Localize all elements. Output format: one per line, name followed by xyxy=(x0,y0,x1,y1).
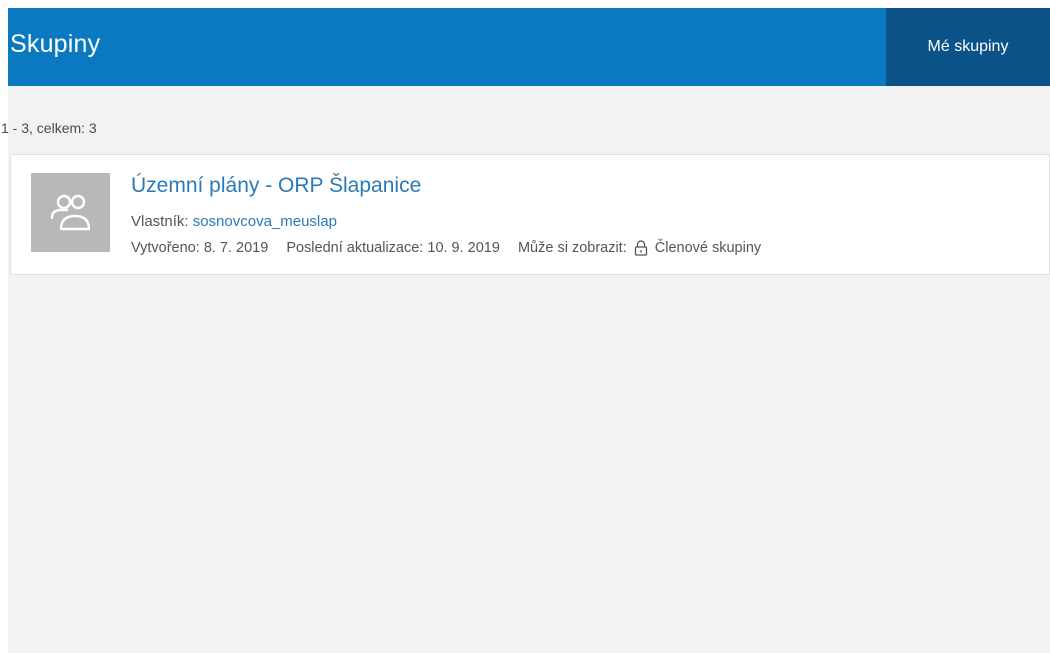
updated-date: 10. 9. 2019 xyxy=(427,240,500,256)
my-groups-tab[interactable]: Mé skupiny xyxy=(886,8,1050,86)
page-title: Skupiny xyxy=(10,30,101,58)
owner-link[interactable]: sosnovcova_meuslap xyxy=(193,213,337,230)
results-summary: 1 - 3, celkem: 3 xyxy=(1,120,97,136)
visibility-value: Členové skupiny xyxy=(654,240,762,256)
created-date: 8. 7. 2019 xyxy=(203,240,269,256)
visibility-label: Může si zobrazit: xyxy=(517,240,627,256)
group-metadata: Vytvořeno: 8. 7. 2019 Poslední aktualiza… xyxy=(131,240,761,256)
my-groups-tab-label: Mé skupiny xyxy=(927,38,1009,55)
page-header: Skupiny Mé skupiny xyxy=(8,8,1050,86)
owner-label: Vlastník: xyxy=(131,213,189,230)
app-frame: Skupiny Mé skupiny 1 - 3, celkem: 3 Územ… xyxy=(0,0,1050,653)
created-label: Vytvořeno: xyxy=(131,240,200,256)
updated-label: Poslední aktualizace: xyxy=(286,240,424,256)
group-owner: Vlastník: sosnovcova_meuslap xyxy=(131,213,337,230)
group-thumbnail[interactable] xyxy=(31,173,110,252)
lock-icon xyxy=(634,240,647,256)
groups-page: Skupiny Mé skupiny 1 - 3, celkem: 3 Územ… xyxy=(1,8,1050,653)
group-card: Územní plány - ORP Šlapanice Vlastník: s… xyxy=(10,154,1050,275)
group-icon xyxy=(50,194,90,230)
group-title-link[interactable]: Územní plány - ORP Šlapanice xyxy=(131,174,421,198)
